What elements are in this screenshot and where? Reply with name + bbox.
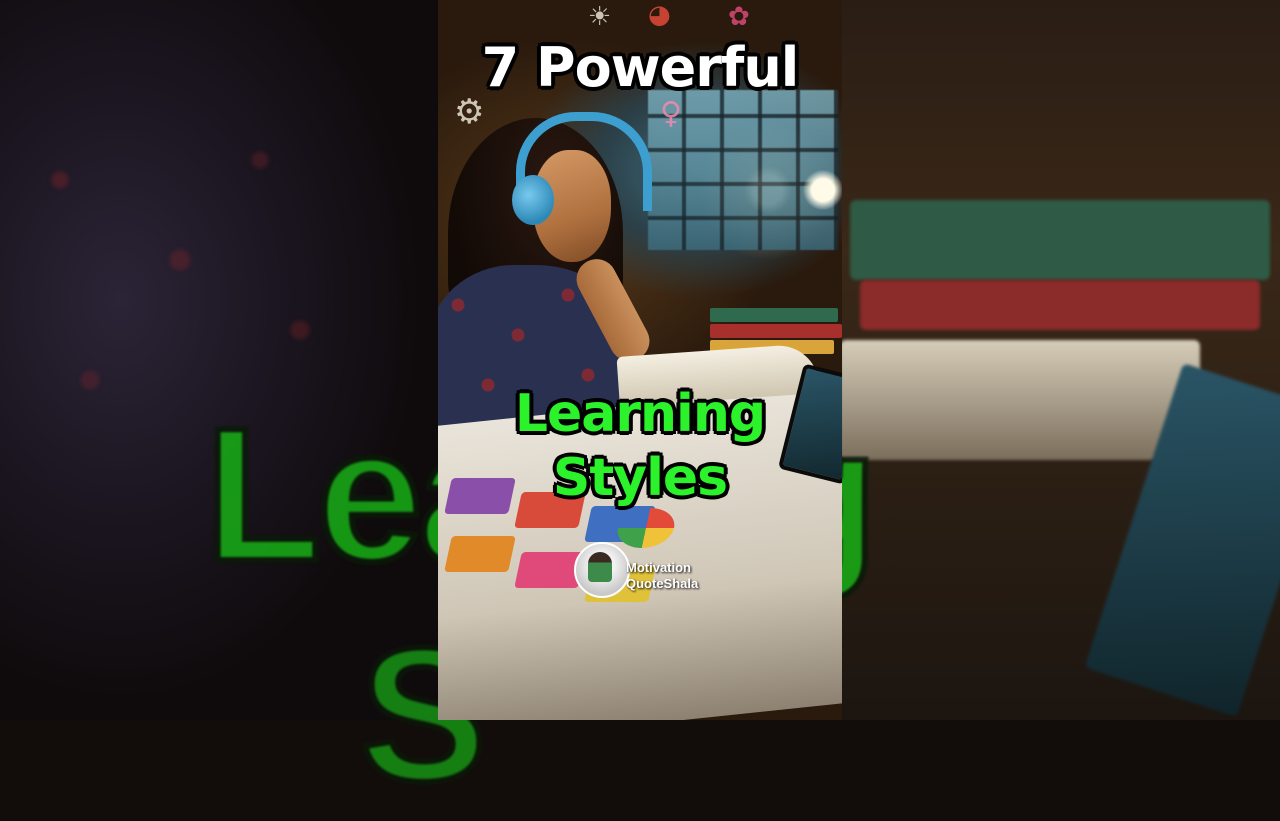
background-book-open <box>840 340 1200 460</box>
card-orange <box>444 536 516 572</box>
background-book-red <box>860 280 1260 330</box>
book-red <box>710 324 842 338</box>
logo-text: Motivation QuoteShala <box>626 560 698 592</box>
doodle-flower-icon: ✿ <box>728 2 750 32</box>
background-text-right: ng <box>840 397 881 593</box>
title-styles: Styles <box>552 448 728 508</box>
logo-person-icon <box>588 552 612 582</box>
title-top: 7 Powerful <box>481 36 800 99</box>
background-text-left: Lea <box>202 389 440 601</box>
doodle-figure-icon: ♀ <box>660 96 682 131</box>
doodle-pie-icon: ◕ <box>648 0 671 30</box>
blurred-background-right: ng <box>840 0 1280 720</box>
main-image: ☀ ◕ ✿ ⚙ ♀ <box>438 0 842 720</box>
headphones-icon <box>512 175 554 225</box>
book-green <box>710 308 838 322</box>
title-learning: Learning <box>514 384 766 444</box>
doodle-sun-icon: ☀ <box>588 2 612 32</box>
background-book-green <box>850 200 1270 280</box>
watermark-logo: Motivation QuoteShala <box>574 540 724 602</box>
logo-text-line2: QuoteShala <box>626 576 699 591</box>
lamp-glow <box>803 170 842 210</box>
logo-text-line1: Motivation <box>626 560 691 575</box>
